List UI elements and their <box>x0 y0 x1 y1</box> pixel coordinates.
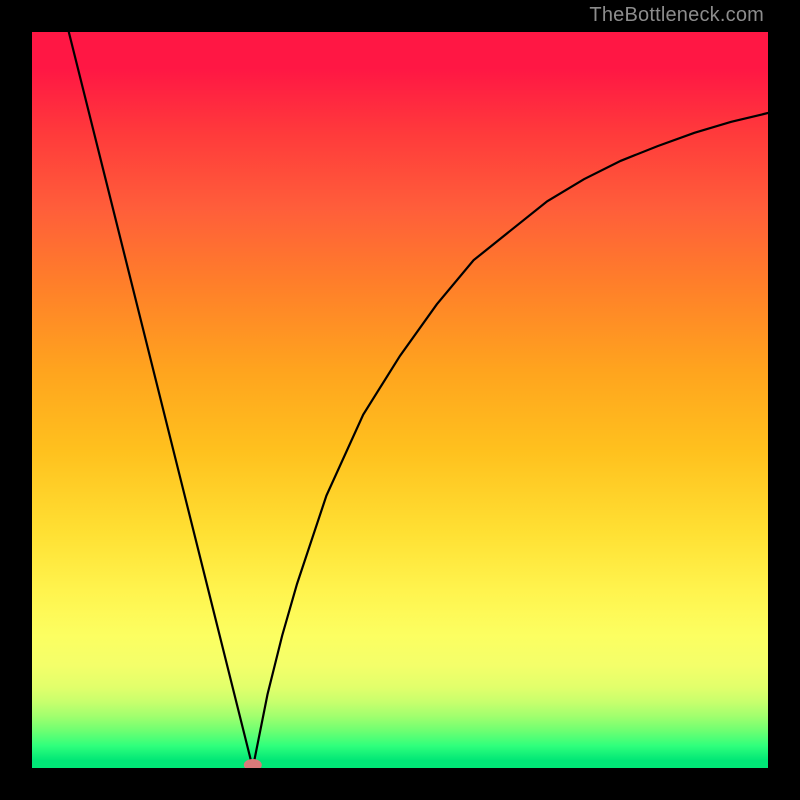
right-branch-line <box>253 113 768 768</box>
plot-area <box>32 32 768 768</box>
left-branch-line <box>69 32 253 768</box>
chart-frame: TheBottleneck.com <box>0 0 800 800</box>
watermark-text: TheBottleneck.com <box>589 4 764 27</box>
curve-svg <box>32 32 768 768</box>
min-marker <box>244 759 262 768</box>
